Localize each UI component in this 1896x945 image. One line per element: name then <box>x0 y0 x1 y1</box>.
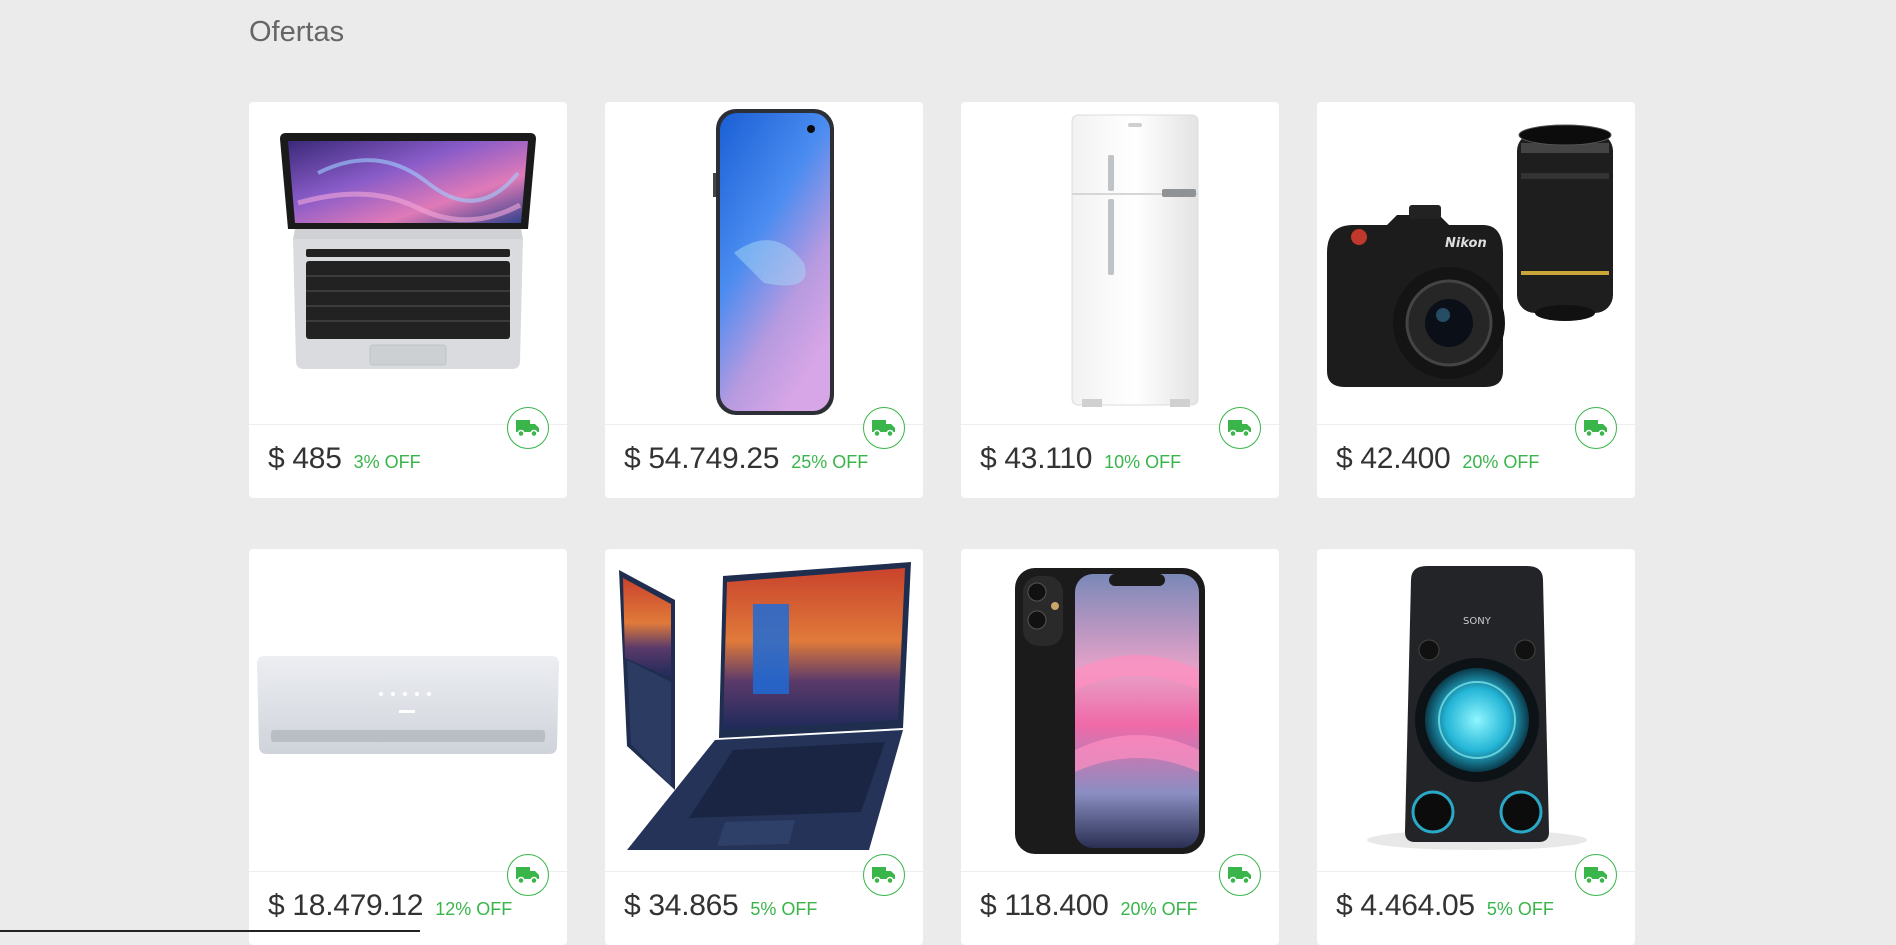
discount-label: 3% OFF <box>353 452 421 472</box>
bottom-edge-artifact <box>0 930 420 937</box>
truck-icon <box>507 407 549 449</box>
discount-label: 25% OFF <box>791 452 869 472</box>
discount-label: 20% OFF <box>1462 452 1540 472</box>
price-row: $ 43.110 10% OFF <box>980 442 1181 476</box>
truck-icon <box>1219 407 1261 449</box>
truck-icon <box>1575 854 1617 896</box>
product-image-laptop[interactable] <box>249 102 567 424</box>
svg-text:SONY: SONY <box>1463 616 1492 627</box>
product-card[interactable]: $ 43.110 10% OFF <box>961 102 1279 498</box>
product-price: $ 4.464.05 <box>1336 889 1475 922</box>
price-row: $ 54.749.25 25% OFF <box>624 442 868 476</box>
truck-icon <box>1219 854 1261 896</box>
product-card[interactable]: $ 118.400 20% OFF <box>961 549 1279 945</box>
product-price: $ 34.865 <box>624 889 739 922</box>
product-price: $ 54.749.25 <box>624 442 780 475</box>
product-card[interactable]: $ 34.865 5% OFF <box>605 549 923 945</box>
product-price: $ 485 <box>268 442 342 475</box>
product-price: $ 118.400 <box>980 889 1109 922</box>
svg-text:Nikon: Nikon <box>1445 236 1487 251</box>
discount-label: 10% OFF <box>1104 452 1182 472</box>
product-image-camera[interactable]: Nikon <box>1317 102 1635 424</box>
section-title: Ofertas <box>249 16 345 48</box>
product-card[interactable]: Nikon $ 42.400 20% OFF <box>1317 102 1635 498</box>
product-card[interactable]: $ 485 3% OFF <box>249 102 567 498</box>
product-price: $ 18.479.12 <box>268 889 424 922</box>
product-price: $ 43.110 <box>980 442 1093 475</box>
price-row: $ 485 3% OFF <box>268 442 421 476</box>
product-image-refrigerator[interactable] <box>961 102 1279 424</box>
product-card[interactable]: $ 18.479.12 12% OFF <box>249 549 567 945</box>
product-grid: $ 485 3% OFF $ 54.749.25 25% OFF $ 43.11… <box>249 102 1635 945</box>
truck-icon <box>863 854 905 896</box>
product-image-laptop-blue[interactable] <box>605 549 923 871</box>
price-row: $ 42.400 20% OFF <box>1336 442 1539 476</box>
truck-icon <box>507 854 549 896</box>
price-row: $ 34.865 5% OFF <box>624 889 817 923</box>
discount-label: 5% OFF <box>750 899 818 919</box>
discount-label: 5% OFF <box>1486 899 1554 919</box>
product-image-smartphone[interactable] <box>605 102 923 424</box>
product-card[interactable]: $ 54.749.25 25% OFF <box>605 102 923 498</box>
price-row: $ 18.479.12 12% OFF <box>268 889 512 923</box>
product-card[interactable]: SONY $ 4.464.05 5% OFF <box>1317 549 1635 945</box>
product-image-air-conditioner[interactable] <box>249 549 567 871</box>
price-row: $ 4.464.05 5% OFF <box>1336 889 1554 923</box>
product-image-iphone[interactable] <box>961 549 1279 871</box>
truck-icon <box>1575 407 1617 449</box>
discount-label: 20% OFF <box>1120 899 1198 919</box>
truck-icon <box>863 407 905 449</box>
product-price: $ 42.400 <box>1336 442 1451 475</box>
product-image-speaker[interactable]: SONY <box>1317 549 1635 871</box>
price-row: $ 118.400 20% OFF <box>980 889 1198 923</box>
discount-label: 12% OFF <box>435 899 513 919</box>
